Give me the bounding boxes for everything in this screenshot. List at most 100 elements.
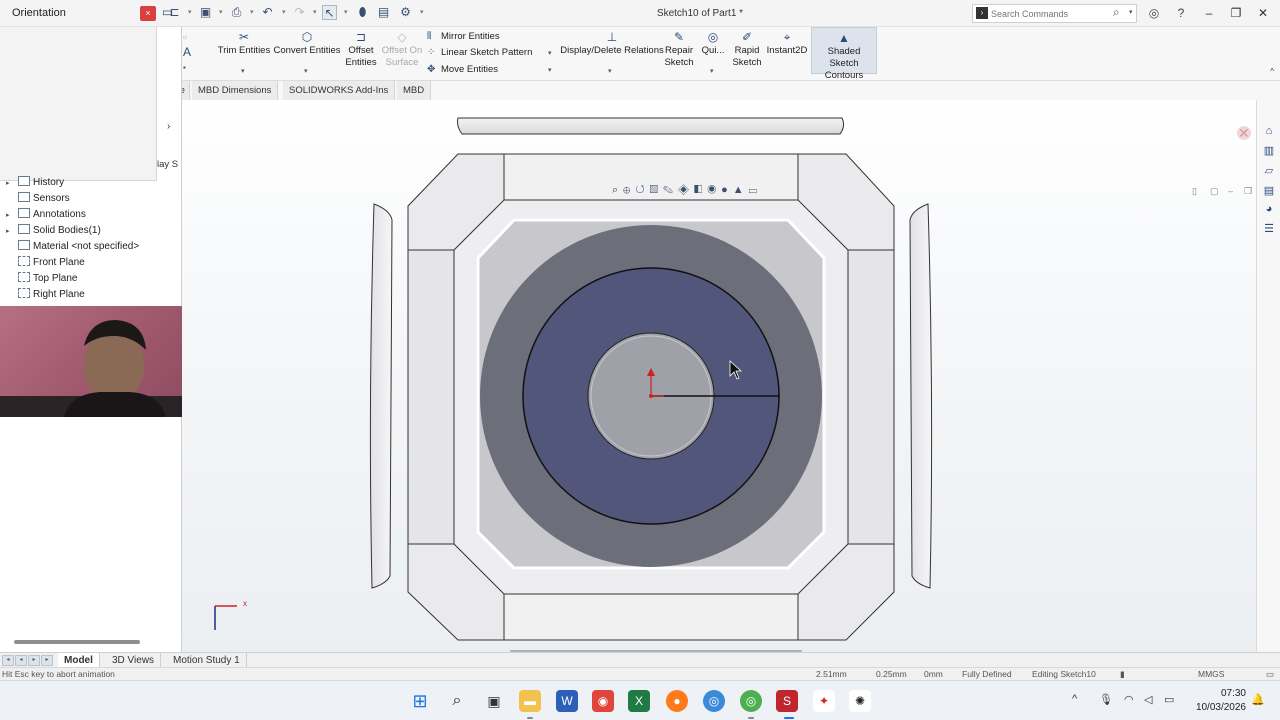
- solidworks-resources-icon[interactable]: ⌂: [1262, 124, 1276, 138]
- redo-dropdown-icon[interactable]: ▾: [313, 8, 319, 16]
- tree-item-annotations[interactable]: ▸ Annotations: [6, 207, 86, 223]
- tree-item-sensors[interactable]: Sensors: [6, 191, 70, 207]
- rapid-sketch-button[interactable]: ✐ Rapid Sketch: [731, 30, 763, 69]
- section-view-icon[interactable]: ▧: [650, 184, 663, 196]
- tab-3d-views[interactable]: 3D Views: [106, 653, 162, 668]
- solidworks-icon[interactable]: S: [776, 690, 798, 712]
- sketch-fillet-icon[interactable]: ▫: [183, 30, 187, 44]
- panel-expand-chevron-icon[interactable]: ›: [167, 121, 170, 132]
- heads-up-view-toolbar[interactable]: ⌕⊕↺▧✎◈◧◉●▲▭: [612, 184, 762, 198]
- edit-appearance-icon[interactable]: ●: [721, 184, 733, 196]
- tab-mbd-dimensions[interactable]: MBD Dimensions: [192, 81, 279, 100]
- select-dropdown-icon[interactable]: ▾: [344, 8, 350, 16]
- tree-item-right-plane[interactable]: Right Plane: [6, 287, 85, 303]
- search-icon[interactable]: ⌕: [1113, 5, 1120, 20]
- excel-icon[interactable]: X: [628, 690, 650, 712]
- view-palette-icon[interactable]: ▤: [1262, 184, 1276, 198]
- quick-snaps-dropdown-icon[interactable]: ▾: [710, 67, 714, 75]
- expand-arrow-icon[interactable]: ▸: [6, 224, 18, 240]
- right-flange[interactable]: [909, 203, 933, 589]
- firefox-icon[interactable]: ●: [666, 690, 688, 712]
- first-tab-arrow-icon[interactable]: ◂: [2, 655, 14, 666]
- trim-entities-button[interactable]: ✂ Trim Entities: [217, 30, 271, 57]
- custom-properties-icon[interactable]: ☰: [1262, 222, 1276, 236]
- graphics-viewport[interactable]: x ✕ ⌕⊕↺▧✎◈◧◉●▲▭ ▯ ▢ – ❐: [182, 100, 1256, 652]
- clock-time[interactable]: 07:30: [1218, 688, 1246, 699]
- collapse-ribbon-icon[interactable]: ^: [1270, 67, 1274, 76]
- options-dropdown-icon[interactable]: ▾: [420, 8, 426, 16]
- search-dropdown-icon[interactable]: ▾: [1129, 8, 1133, 16]
- select-arrow-icon[interactable]: ↖: [322, 5, 337, 20]
- design-library-icon[interactable]: ▥: [1262, 144, 1276, 158]
- move-entities-button[interactable]: ✥ Move Entities: [427, 62, 498, 78]
- prev-tab-arrow-icon[interactable]: ◂: [15, 655, 27, 666]
- view-orientation-icon[interactable]: ◈: [678, 184, 694, 196]
- viewport-tile-icon[interactable]: ▢: [1210, 186, 1219, 197]
- options-gear-icon[interactable]: ⚙: [398, 5, 413, 20]
- model-canvas[interactable]: x ✕: [182, 100, 1256, 652]
- viewport-restore-icon[interactable]: ❐: [1244, 186, 1252, 197]
- instant2d-button[interactable]: ⌖ Instant2D: [765, 30, 809, 57]
- left-tab[interactable]: [407, 249, 455, 545]
- zoom-area-icon[interactable]: ⊕: [623, 184, 635, 196]
- open-dropdown-icon[interactable]: ▾: [188, 8, 194, 16]
- tree-item-material[interactable]: Material <not specified>: [6, 239, 139, 255]
- units-selector[interactable]: MMGS: [1198, 669, 1224, 679]
- linear-sketch-pattern-button[interactable]: ⁘ Linear Sketch Pattern: [427, 45, 532, 61]
- undo-icon[interactable]: ↶: [260, 5, 275, 20]
- top-flange[interactable]: [457, 117, 845, 135]
- redo-icon[interactable]: ↷: [292, 5, 307, 20]
- file-explorer-pane-icon[interactable]: ▱: [1262, 164, 1276, 178]
- rebuild-icon[interactable]: ⬮: [355, 5, 370, 20]
- save-dropdown-icon[interactable]: ▾: [219, 8, 225, 16]
- chatgpt-icon[interactable]: ✺: [849, 690, 871, 712]
- tab-model[interactable]: Model: [58, 653, 100, 668]
- file-properties-icon[interactable]: ▤: [376, 5, 391, 20]
- expand-arrow-icon[interactable]: ▸: [6, 208, 18, 224]
- offset-entities-button[interactable]: ⊐ Offset Entities: [341, 30, 381, 69]
- word-icon[interactable]: W: [556, 690, 578, 712]
- orientation-close-button[interactable]: ×: [140, 6, 156, 21]
- tree-item-solid-bodies[interactable]: ▸ Solid Bodies(1): [6, 223, 101, 239]
- repair-sketch-button[interactable]: ✎ Repair Sketch: [663, 30, 695, 69]
- restore-icon[interactable]: ❐: [1225, 4, 1247, 22]
- bottom-tab[interactable]: [503, 593, 799, 641]
- shaded-sketch-contours-button[interactable]: ▲ Shaded Sketch Contours: [811, 27, 877, 81]
- zoom-to-fit-icon[interactable]: ⌕: [612, 184, 623, 196]
- tab-solidworks-addins[interactable]: SOLIDWORKS Add-Ins: [283, 81, 396, 100]
- minimize-icon[interactable]: –: [1198, 4, 1220, 22]
- quick-snaps-button[interactable]: ◎ Qui...: [699, 30, 727, 57]
- rebuild-status-icon[interactable]: ▮: [1120, 669, 1125, 680]
- close-icon[interactable]: ✕: [1252, 4, 1274, 22]
- previous-view-icon[interactable]: ↺: [635, 184, 649, 196]
- pdf-icon[interactable]: ◉: [592, 690, 614, 712]
- customize-status-icon[interactable]: ▭: [1266, 669, 1274, 680]
- acrobat-icon[interactable]: ✦: [813, 690, 835, 712]
- dynamic-annotation-icon[interactable]: ✎: [663, 184, 678, 196]
- last-tab-arrow-icon[interactable]: ▸: [41, 655, 53, 666]
- tray-overflow-icon[interactable]: ^: [1072, 693, 1077, 705]
- task-view-icon[interactable]: ▣: [483, 690, 505, 712]
- wifi-icon[interactable]: ◠: [1124, 693, 1134, 706]
- display-delete-relations-button[interactable]: ⊥ Display/Delete Relations: [559, 30, 665, 57]
- help-question-icon[interactable]: ?: [1173, 5, 1189, 21]
- offset-on-surface-button[interactable]: ◇ Offset On Surface: [381, 30, 423, 69]
- tree-item-history[interactable]: ▸ History: [6, 175, 64, 191]
- tree-item-top-plane[interactable]: Top Plane: [6, 271, 77, 287]
- viewport-split-icon[interactable]: ▯: [1192, 186, 1197, 197]
- right-tab[interactable]: [847, 249, 895, 545]
- search-input[interactable]: [991, 7, 1111, 21]
- mirror-entities-button[interactable]: ⫴ Mirror Entities: [427, 29, 500, 45]
- text-icon[interactable]: A: [183, 45, 191, 59]
- user-account-icon[interactable]: ◎: [1146, 5, 1162, 21]
- microphone-icon[interactable]: 🎙: [1099, 693, 1113, 706]
- tree-item-front-plane[interactable]: Front Plane: [6, 255, 85, 271]
- hide-show-icon[interactable]: ◉: [707, 184, 721, 196]
- file-explorer-icon[interactable]: ▬: [519, 690, 541, 712]
- windows-start-icon[interactable]: ⊞: [409, 690, 431, 712]
- search-commands-box[interactable]: › ⌕ ▾: [972, 4, 1137, 23]
- chrome-icon[interactable]: ◎: [703, 690, 725, 712]
- print-icon[interactable]: ⎙: [229, 5, 244, 20]
- open-folder-icon[interactable]: ⊏: [167, 5, 182, 20]
- apply-scene-icon[interactable]: ▲: [733, 184, 749, 196]
